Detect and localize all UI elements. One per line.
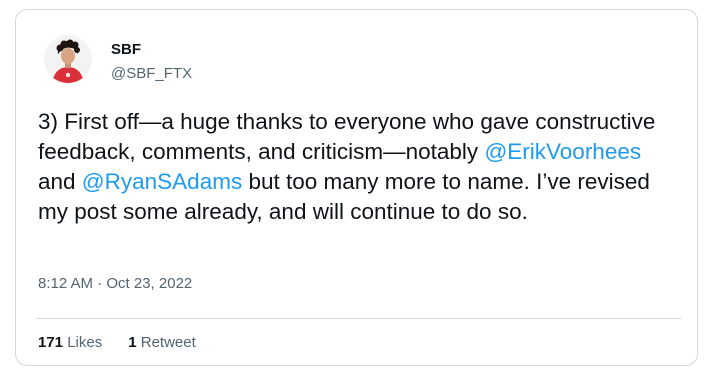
likes-count: 171 [38,334,64,351]
tweet-text: 3) First off—a huge thanks to everyone w… [38,107,678,227]
tweet-timestamp[interactable]: 8:12 AM · Oct 23, 2022 [38,275,192,292]
author-name[interactable]: SBF [111,41,141,58]
retweets-label: Retweet [140,334,196,351]
author-handle[interactable]: @SBF_FTX [111,65,192,82]
avatar-image [44,35,92,83]
retweets-stat[interactable]: 1 Retweet [128,334,196,351]
mention-link-ryansadams[interactable]: @RyanSAdams [82,169,242,194]
likes-stat[interactable]: 171 Likes [38,334,102,351]
engagement-stats: 171 Likes 1 Retweet [38,334,196,351]
avatar[interactable] [44,35,92,83]
divider [36,318,681,319]
retweets-count: 1 [128,334,137,351]
mention-link-erikvoorhees[interactable]: @ErikVoorhees [484,139,641,164]
tweet-text-part-2: and [38,169,82,194]
tweet-card: SBF @SBF_FTX 3) First off—a huge thanks … [15,9,698,366]
likes-label: Likes [67,334,103,351]
